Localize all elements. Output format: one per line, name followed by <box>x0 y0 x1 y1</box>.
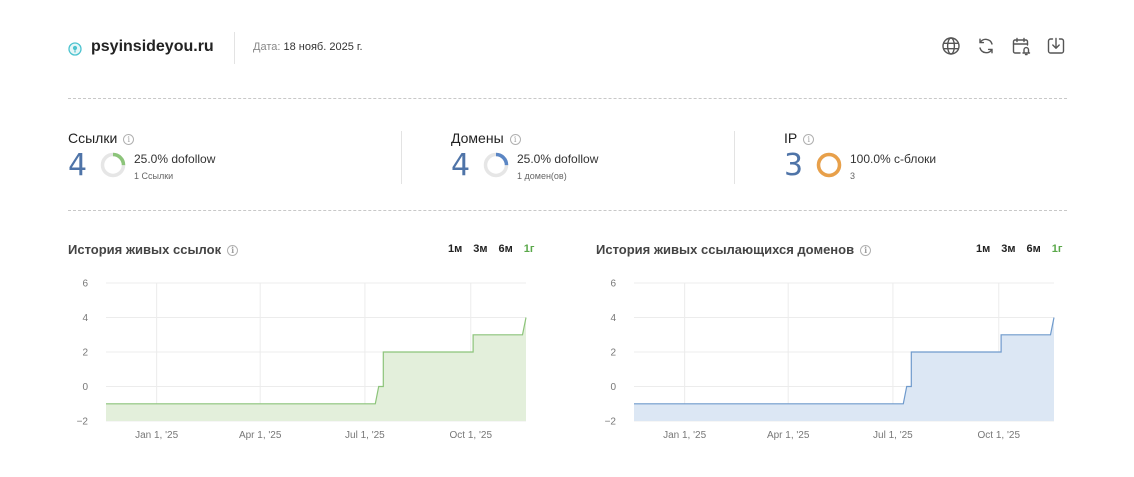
stat-domains-title: Домены <box>451 130 504 146</box>
donut-fill <box>816 152 842 178</box>
stat-ip-donut <box>816 152 842 178</box>
stat-domains-percent: 25.0% dofollow <box>517 152 599 166</box>
stat-divider <box>401 131 402 184</box>
info-icon[interactable]: i <box>123 134 135 145</box>
stat-links-percent: 25.0% dofollow <box>134 152 216 166</box>
stat-domains-donut <box>483 152 509 178</box>
date-label: Дата: <box>253 41 281 53</box>
range-selector: 1м 3м 6м 1г <box>976 243 1063 255</box>
info-icon[interactable]: i <box>860 245 872 256</box>
divider-middle <box>68 210 1067 211</box>
y-tick-label: 2 <box>610 348 616 359</box>
range-3m[interactable]: 3м <box>1001 243 1015 255</box>
header-divider <box>234 32 235 64</box>
stat-domains: Домены i 4 25.0% dofollow 1 домен(ов) <box>451 130 721 184</box>
y-tick-label: −2 <box>605 417 617 428</box>
calendar-bell-icon[interactable] <box>1011 36 1031 56</box>
x-tick-label: Jul 1, '25 <box>873 430 913 441</box>
x-tick-label: Jan 1, '25 <box>135 430 178 441</box>
range-1y[interactable]: 1г <box>524 243 535 255</box>
stat-domains-sub: 1 домен(ов) <box>517 171 567 181</box>
y-tick-label: 6 <box>610 279 616 290</box>
report-header: psyinsideyou.ru Дата: 18 нояб. 2025 г. <box>68 32 1066 64</box>
report-date: Дата: 18 нояб. 2025 г. <box>253 41 363 53</box>
range-1m[interactable]: 1м <box>448 243 462 255</box>
range-3m[interactable]: 3м <box>473 243 487 255</box>
stat-divider <box>734 131 735 184</box>
stat-ip-value: 3 <box>784 148 804 183</box>
range-6m[interactable]: 6м <box>1027 243 1041 255</box>
y-tick-label: 0 <box>610 382 616 393</box>
date-value: 18 нояб. 2025 г. <box>283 41 363 53</box>
chart-live-links: История живых ссылок i 1м 3м 6м 1г 6 4 2 0 −2… <box>68 240 538 460</box>
range-1m[interactable]: 1м <box>976 243 990 255</box>
stat-links-donut <box>100 152 126 178</box>
x-tick-label: Oct 1, '25 <box>450 430 493 441</box>
x-tick-label: Jul 1, '25 <box>345 430 385 441</box>
chart-plot: 6 4 2 0 −2 Jan 1, '25 Apr 1, '25 Jul 1, '25 Oct … <box>77 279 527 441</box>
y-tick-label: 4 <box>82 313 88 324</box>
stat-links-title: Ссылки <box>68 130 118 146</box>
y-tick-label: 0 <box>82 382 88 393</box>
chart-plot: 6 4 2 0 −2 Jan 1, '25 Apr 1, '25 Jul 1, '25 Oct … <box>605 279 1055 441</box>
info-icon[interactable]: i <box>803 134 815 145</box>
stat-ip: IP i 3 100.0% c-блоки 3 <box>784 130 1054 184</box>
y-tick-label: 4 <box>610 313 616 324</box>
x-tick-label: Oct 1, '25 <box>978 430 1021 441</box>
range-selector: 1м 3м 6м 1г <box>448 243 535 255</box>
chart-live-domains: История живых ссылающихся доменов i 1м 3м… <box>596 240 1066 460</box>
chart-title: История живых ссылающихся доменов <box>596 242 855 257</box>
download-icon[interactable] <box>1046 36 1066 56</box>
stat-links-value: 4 <box>68 148 88 183</box>
site-domain[interactable]: psyinsideyou.ru <box>91 38 214 56</box>
site-status-icon <box>68 42 82 56</box>
stat-ip-title: IP <box>784 130 798 146</box>
stat-links: Ссылки i 4 25.0% dofollow 1 Ссылки <box>68 130 388 184</box>
divider-top <box>68 98 1067 99</box>
y-tick-label: 2 <box>82 348 88 359</box>
series-area <box>634 317 1054 421</box>
stat-ip-sub: 3 <box>850 171 856 181</box>
stat-domains-value: 4 <box>451 148 471 183</box>
range-1y[interactable]: 1г <box>1052 243 1063 255</box>
range-6m[interactable]: 6м <box>499 243 513 255</box>
y-tick-label: 6 <box>82 279 88 290</box>
info-icon[interactable]: i <box>227 245 239 256</box>
y-tick-label: −2 <box>77 417 89 428</box>
chart-title: История живых ссылок <box>68 242 222 257</box>
globe-icon[interactable] <box>941 36 961 56</box>
header-actions <box>941 36 1066 56</box>
x-tick-label: Apr 1, '25 <box>767 430 810 441</box>
stat-ip-percent: 100.0% c-блоки <box>850 152 937 166</box>
refresh-icon[interactable] <box>976 36 996 56</box>
info-icon[interactable]: i <box>509 134 521 145</box>
x-tick-label: Apr 1, '25 <box>239 430 282 441</box>
x-tick-label: Jan 1, '25 <box>663 430 706 441</box>
stat-links-sub: 1 Ссылки <box>134 171 174 181</box>
series-area <box>106 317 526 421</box>
